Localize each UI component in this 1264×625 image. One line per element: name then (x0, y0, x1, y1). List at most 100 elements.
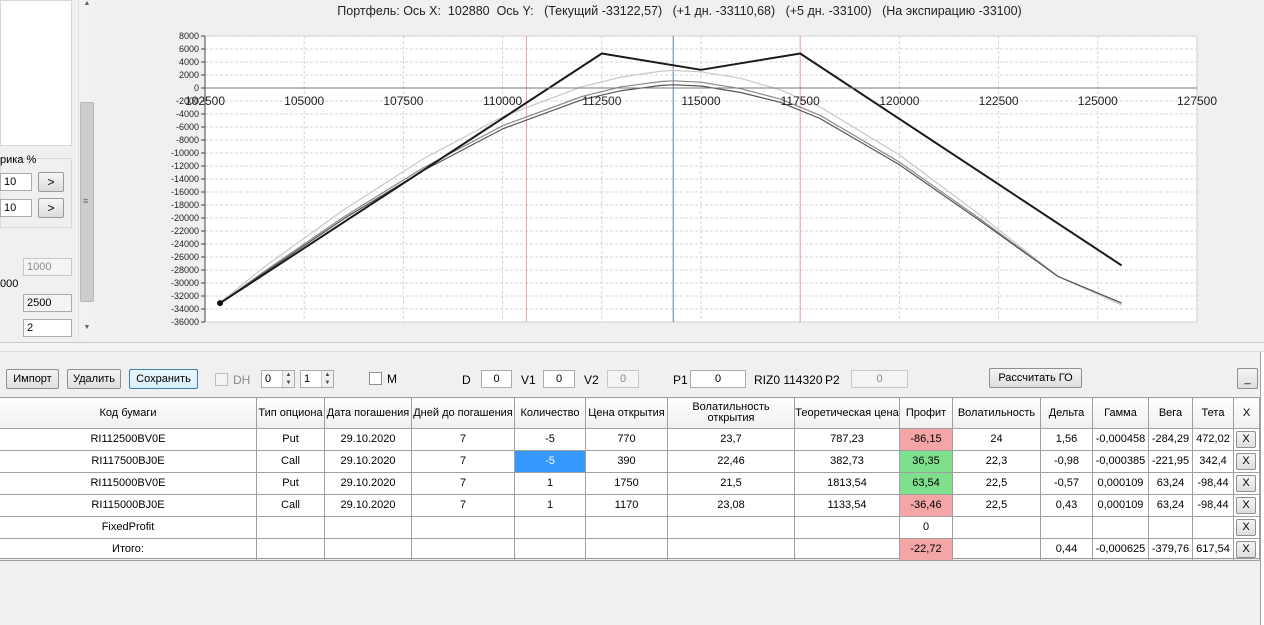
table-cell[interactable] (257, 517, 325, 539)
table-cell[interactable]: 63,24 (1149, 473, 1193, 495)
table-cell[interactable] (1149, 517, 1193, 539)
table-cell[interactable]: 22,5 (953, 473, 1041, 495)
row-delete-button[interactable]: X (1236, 431, 1256, 448)
next-button-2[interactable]: > (38, 198, 64, 218)
table-cell[interactable]: 7 (412, 473, 515, 495)
calculate-go-button[interactable]: Рассчитать ГО (989, 368, 1082, 388)
table-cell[interactable]: 21,5 (668, 473, 795, 495)
table-cell[interactable] (795, 517, 900, 539)
table-cell[interactable]: 7 (412, 495, 515, 517)
import-button[interactable]: Импорт (6, 369, 59, 389)
table-cell[interactable]: 1 (515, 495, 586, 517)
table-cell[interactable]: 63,24 (1149, 495, 1193, 517)
table-cell[interactable] (668, 517, 795, 539)
table-cell[interactable]: -284,29 (1149, 429, 1193, 451)
table-cell[interactable]: RI115000BV0E (0, 473, 257, 495)
table-cell[interactable]: 23,7 (668, 429, 795, 451)
column-header[interactable]: X (1234, 398, 1260, 429)
table-cell[interactable]: Call (257, 451, 325, 473)
setting-field-2[interactable] (0, 199, 32, 217)
table-cell[interactable]: Put (257, 473, 325, 495)
table-cell[interactable]: -0,98 (1041, 451, 1093, 473)
row-delete-button[interactable]: X (1236, 453, 1256, 470)
table-cell[interactable]: 7 (412, 451, 515, 473)
table-cell[interactable]: 1 (515, 473, 586, 495)
spin-field-1[interactable]: 0 ▲ ▼ (261, 370, 295, 388)
setting-field-1[interactable] (0, 173, 32, 191)
table-cell[interactable]: 0,000109 (1093, 473, 1149, 495)
table-cell[interactable]: -0,000385 (1093, 451, 1149, 473)
panel-splitter[interactable] (0, 342, 1264, 352)
count-field[interactable] (23, 319, 72, 337)
table-cell[interactable] (1093, 517, 1149, 539)
column-header[interactable]: Количество (515, 398, 586, 429)
table-cell[interactable] (668, 539, 795, 561)
row-delete-button[interactable]: X (1236, 519, 1256, 536)
table-cell[interactable]: 1750 (586, 473, 668, 495)
table-cell[interactable]: 770 (586, 429, 668, 451)
dh-checkbox[interactable] (215, 373, 228, 386)
column-header[interactable]: Тип опциона (257, 398, 325, 429)
spin-arrows-1-icon[interactable]: ▲ ▼ (282, 371, 294, 387)
table-cell[interactable]: 617,54 (1193, 539, 1234, 561)
column-header[interactable]: Дней до погашения (412, 398, 515, 429)
table-cell[interactable]: 29.10.2020 (325, 429, 412, 451)
table-cell[interactable]: -0,000458 (1093, 429, 1149, 451)
table-cell[interactable] (515, 539, 586, 561)
d-field[interactable]: 0 (481, 370, 512, 388)
spin-arrows-2-icon[interactable]: ▲ ▼ (321, 371, 333, 387)
v1-field[interactable]: 0 (543, 370, 575, 388)
table-cell[interactable]: 22,3 (953, 451, 1041, 473)
table-cell[interactable]: -5 (515, 451, 586, 473)
table-cell[interactable]: Put (257, 429, 325, 451)
table-cell[interactable]: 29.10.2020 (325, 473, 412, 495)
next-button-1[interactable]: > (38, 172, 64, 192)
table-cell[interactable]: -221,95 (1149, 451, 1193, 473)
table-cell[interactable] (515, 517, 586, 539)
table-cell[interactable]: -379,76 (1149, 539, 1193, 561)
delete-button[interactable]: Удалить (67, 369, 121, 389)
column-header[interactable]: Код бумаги (0, 398, 257, 429)
row-delete-button[interactable]: X (1236, 475, 1256, 492)
column-header[interactable]: Цена открытия (586, 398, 668, 429)
table-cell[interactable]: 1133,54 (795, 495, 900, 517)
table-cell[interactable]: 1170 (586, 495, 668, 517)
table-cell[interactable]: 23,08 (668, 495, 795, 517)
column-header[interactable]: Волатильность открытия (668, 398, 795, 429)
column-header[interactable]: Гамма (1093, 398, 1149, 429)
column-header[interactable]: Вега (1149, 398, 1193, 429)
table-cell[interactable]: 29.10.2020 (325, 495, 412, 517)
table-cell[interactable] (325, 539, 412, 561)
table-cell[interactable]: 22,46 (668, 451, 795, 473)
table-cell[interactable]: 0,43 (1041, 495, 1093, 517)
table-cell[interactable]: 787,23 (795, 429, 900, 451)
table-cell[interactable]: 0 (900, 517, 953, 539)
save-button[interactable]: Сохранить (129, 369, 198, 389)
row-delete-button[interactable]: X (1236, 497, 1256, 514)
table-cell[interactable] (1041, 517, 1093, 539)
column-header[interactable]: Тета (1193, 398, 1234, 429)
payoff-chart[interactable]: 1025001050001075001100001125001150001175… (95, 0, 1264, 340)
column-header[interactable]: Волатильность (953, 398, 1041, 429)
row-delete-button[interactable]: X (1236, 541, 1256, 558)
column-header[interactable]: Профит (900, 398, 953, 429)
amount-field[interactable] (23, 294, 72, 312)
table-cell[interactable]: -86,15 (900, 429, 953, 451)
scroll-up-icon[interactable]: ▲ (81, 0, 93, 10)
table-cell[interactable] (953, 517, 1041, 539)
table-cell[interactable] (1193, 517, 1234, 539)
column-header[interactable]: Дельта (1041, 398, 1093, 429)
table-cell[interactable]: 24 (953, 429, 1041, 451)
table-cell[interactable]: 29.10.2020 (325, 451, 412, 473)
table-cell[interactable]: -98,44 (1193, 473, 1234, 495)
table-cell[interactable]: -98,44 (1193, 495, 1234, 517)
m-checkbox[interactable] (369, 372, 382, 385)
table-cell[interactable]: -0,000625 (1093, 539, 1149, 561)
table-cell[interactable]: 382,73 (795, 451, 900, 473)
table-cell[interactable] (586, 539, 668, 561)
table-cell[interactable] (586, 517, 668, 539)
scroll-down-icon[interactable]: ▼ (81, 324, 93, 334)
table-cell[interactable]: RI117500BJ0E (0, 451, 257, 473)
table-cell[interactable]: -36,46 (900, 495, 953, 517)
table-cell[interactable]: Call (257, 495, 325, 517)
